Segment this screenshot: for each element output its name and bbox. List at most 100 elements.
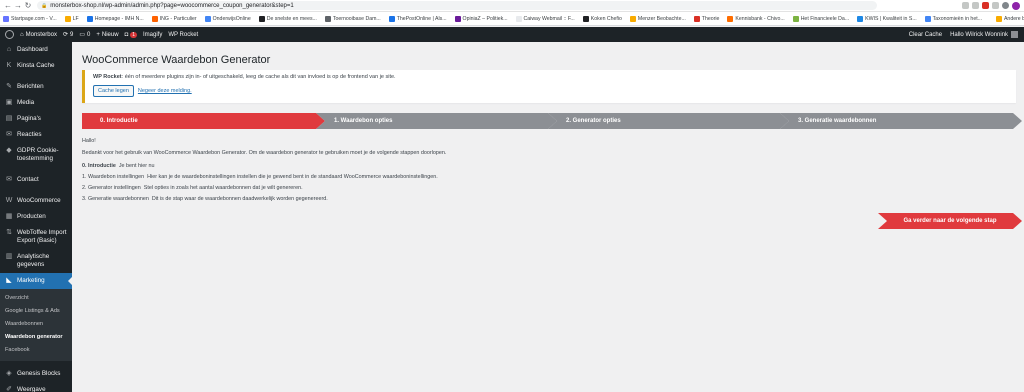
sidebar-item-label: Weergave [17, 386, 46, 392]
notifications-link[interactable]: ◘ 1 [125, 31, 137, 38]
comments-link[interactable]: ▭ 0 [79, 31, 90, 39]
bookmark-favicon-icon [151, 15, 158, 22]
step-desc: Je bent hier nu [118, 163, 155, 169]
bookmark-item[interactable]: Caiway Webmail :: F... [515, 15, 575, 22]
step-title: 1. Waardebon instellingen [82, 174, 145, 180]
step-description: 3. Generatie waardebonnen Dit is de stap… [82, 196, 1002, 203]
sidebar-item-genesis-blocks[interactable]: ◈ Genesis Blocks [0, 366, 72, 382]
browser-toolbar: ← → ↻ 🔒 monsterbox-shop.nl/wp-admin/admi… [0, 0, 1024, 12]
step-description: 0. Introductie Je bent hier nu [82, 163, 1002, 170]
intro-paragraph: Bedankt voor het gebruik van WooCommerce… [82, 150, 447, 156]
bookmark-favicon-icon [388, 15, 395, 22]
sidebar-item-kinsta-cache[interactable]: K Kinsta Cache [0, 58, 72, 74]
sidebar-item-woocommerce[interactable]: W WooCommerce [0, 193, 72, 209]
clear-cache-link[interactable]: Clear Cache [909, 32, 942, 38]
bookmark-label: Homepage - IMH N... [94, 15, 144, 22]
main-content: WooCommerce Waardebon Generator WP Rocke… [82, 42, 1024, 392]
address-bar[interactable]: 🔒 monsterbox-shop.nl/wp-admin/admin.php?… [37, 1, 877, 10]
imagify-link[interactable]: Imagify [143, 32, 162, 38]
bookmark-item[interactable]: Koken Chefio [582, 15, 622, 22]
back-arrow-icon[interactable]: ← [3, 1, 13, 11]
updates-link[interactable]: ⟳ 9 [63, 31, 73, 39]
clear-cache-button[interactable]: Cache legen [93, 85, 134, 97]
bookmark-item[interactable]: OpiniaZ – Politiek... [454, 15, 508, 22]
bookmark-item[interactable]: ING - Particulier [151, 15, 197, 22]
account-link[interactable]: Hallo Wilrick Wonnink [950, 31, 1018, 38]
bookmark-favicon-icon [995, 15, 1002, 22]
extension-icon[interactable] [992, 2, 999, 9]
site-name-link[interactable]: ⌂ Monsterbox [20, 32, 57, 38]
step-coupon-options[interactable]: 1. Waardebon opties [316, 113, 557, 129]
sidebar-item-contact[interactable]: ✉ Contact [0, 172, 72, 188]
submenu-item[interactable]: Waardebon generator [0, 331, 72, 344]
bookmark-label: Kennisbank - Chivo... [735, 15, 785, 22]
sidebar-item-label: Producten [17, 213, 46, 220]
forward-arrow-icon[interactable]: → [13, 1, 23, 11]
step-introduction[interactable]: 0. Introductie [82, 113, 325, 129]
bookmark-item[interactable]: De snelste en mees... [258, 15, 317, 22]
bookmark-label: Theorie [701, 15, 720, 22]
extension-icon[interactable] [1002, 2, 1009, 9]
step-generate-coupons[interactable]: 3. Generatie waardebonnen [780, 113, 1022, 129]
bookmark-favicon-icon [629, 15, 636, 22]
sidebar-item-reacties[interactable]: ✉ Reacties [0, 127, 72, 143]
sidebar-item-gdpr-cookie-toestemming[interactable]: ◆ GDPR Cookie-toestemming [0, 143, 72, 167]
profile-avatar[interactable] [1012, 1, 1020, 10]
sidebar-item-weergave[interactable]: ✐ Weergave [0, 382, 72, 392]
bookmark-item[interactable]: Startpage.com - V... [3, 15, 57, 22]
sidebar-item-label: Contact [17, 176, 39, 183]
step-generator-options[interactable]: 2. Generator opties [548, 113, 789, 129]
admin-sidebar: ⌂ Dashboard K Kinsta Cache ✎ Berichten ▣ Media ▤… [0, 42, 72, 392]
submenu-item[interactable]: Overzicht [0, 292, 72, 305]
bookmark-label: Caiway Webmail :: F... [523, 15, 575, 22]
sidebar-item-pagina-s[interactable]: ▤ Pagina's [0, 111, 72, 127]
bookmark-label: KWIS | Kwaliteit in S... [865, 15, 917, 22]
extension-icon[interactable] [982, 2, 989, 9]
bookmark-item[interactable]: LF [64, 15, 79, 22]
next-step-button[interactable]: Ga verder naar de volgende stap [878, 213, 1022, 229]
sidebar-item-berichten[interactable]: ✎ Berichten [0, 79, 72, 95]
bookmark-item[interactable]: Theorie [693, 15, 720, 22]
bookmark-item[interactable]: Het Financieele Da... [792, 15, 849, 22]
dismiss-notice-link[interactable]: Negeer deze melding. [138, 88, 192, 94]
sidebar-item-dashboard[interactable]: ⌂ Dashboard [0, 42, 72, 58]
bookmarks-bar: Startpage.com - V... LF Homepage - IMH N..… [0, 12, 1024, 26]
bookmark-item[interactable]: Taxonomieën in het... [924, 15, 982, 22]
reload-icon[interactable]: ↻ [23, 1, 33, 11]
sidebar-item-webtoffee-import-export-basic[interactable]: ⇅ WebToffee Import Export (Basic) [0, 225, 72, 249]
submenu-item[interactable]: Waardebonnen [0, 318, 72, 331]
bookmark-item[interactable]: ThePostOnline | Als... [388, 15, 447, 22]
sidebar-item-marketing[interactable]: ◣ Marketing [0, 273, 72, 289]
bookmark-favicon-icon [792, 15, 799, 22]
bookmark-item[interactable]: Toernooibase Dam... [324, 15, 381, 22]
submenu-item[interactable]: Google Listings & Ads [0, 305, 72, 318]
bookmark-item[interactable]: Menzer Beobachte... [629, 15, 686, 22]
bookmark-label: De snelste en mees... [266, 15, 317, 22]
sidebar-item-producten[interactable]: ▦ Producten [0, 209, 72, 225]
bookmark-item[interactable]: Andere bookmarks [995, 15, 1024, 22]
bookmark-item[interactable]: OnderwijsOnline [204, 15, 251, 22]
sidebar-item-media[interactable]: ▣ Media [0, 95, 72, 111]
greeting: Hallo! [82, 138, 96, 144]
wp-rocket-link[interactable]: WP Rocket [168, 32, 198, 38]
share-icon[interactable] [962, 2, 969, 9]
submenu-item[interactable]: Facebook [0, 344, 72, 357]
bookmark-label: LF [72, 15, 79, 22]
sidebar-item-analytische-gegevens[interactable]: ▥ Analytische gegevens [0, 249, 72, 273]
wordpress-logo-icon[interactable] [5, 30, 14, 39]
star-icon[interactable] [972, 2, 979, 9]
new-content-link[interactable]: + Nieuw [96, 32, 118, 38]
marketing-submenu: Overzicht Google Listings & Ads Waardebonn… [0, 289, 72, 361]
bookmark-item[interactable]: KWIS | Kwaliteit in S... [857, 15, 917, 22]
bookmark-favicon-icon [582, 15, 589, 22]
bookmark-item[interactable]: Homepage - IMH N... [86, 15, 144, 22]
menu-icon: ✉ [6, 176, 12, 183]
greeting-text: Hallo Wilrick Wonnink [950, 31, 1008, 38]
bookmark-favicon-icon [727, 15, 734, 22]
bookmark-label: Menzer Beobachte... [637, 15, 686, 22]
bookmark-favicon-icon [258, 15, 265, 22]
bookmark-item[interactable]: Kennisbank - Chivo... [727, 15, 785, 22]
bookmark-label: Startpage.com - V... [11, 15, 57, 22]
wp-admin-bar: ⌂ Monsterbox ⟳ 9 ▭ 0 + Nieuw ◘ 1 Imagify… [0, 27, 1024, 42]
sidebar-item-label: WebToffee Import Export (Basic) [17, 229, 67, 244]
